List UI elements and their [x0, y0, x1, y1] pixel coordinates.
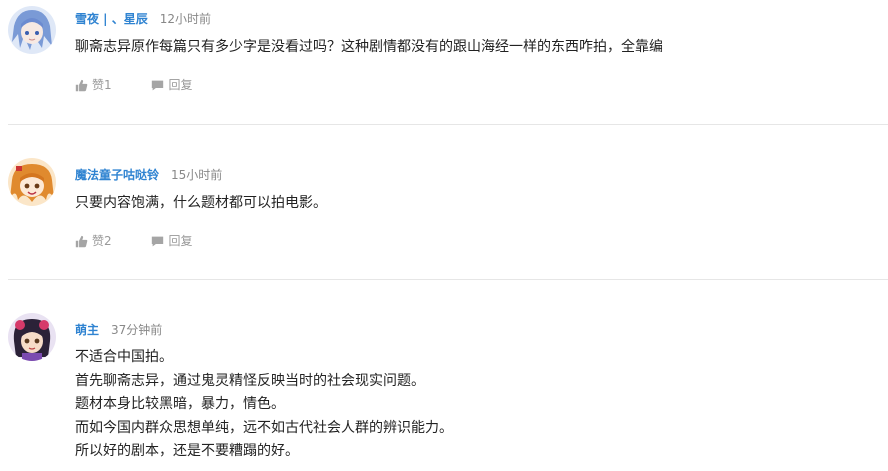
comment-item: 雪夜 | 、星辰 12小时前 聊斋志异原作每篇只有多少字是没看过吗？这种剧情都没有…: [0, 6, 888, 116]
reply-label: 回复: [168, 78, 193, 92]
like-count: 赞1: [92, 78, 112, 92]
like-count: 赞2: [92, 234, 112, 248]
comment-line: 聊斋志异原作每篇只有多少字是没看过吗？这种剧情都没有的跟山海经一样的东西咋拍，全…: [75, 39, 663, 55]
reply-button[interactable]: 回复: [151, 232, 192, 250]
avatar[interactable]: [8, 158, 56, 206]
avatar-image: [8, 158, 56, 206]
divider: [8, 124, 888, 125]
comment-actions: 赞2 回复: [75, 232, 192, 250]
comment-line: 首先聊斋志异，通过鬼灵精怪反映当时的社会现实问题。: [75, 372, 425, 389]
reply-label: 回复: [168, 234, 193, 248]
comment-line: 题材本身比较黑暗，暴力，情色。: [75, 396, 285, 412]
comment-list: 雪夜 | 、星辰 12小时前 聊斋志异原作每篇只有多少字是没看过吗？这种剧情都没有…: [0, 0, 888, 471]
comment-line: 而如今国内群众思想单纯，远不如古代社会人群的辨识能力。: [75, 419, 453, 436]
comment-text: 只要内容饱满，什么题材都可以拍电影。: [75, 192, 327, 216]
timestamp: 12小时前: [159, 12, 212, 26]
reply-button[interactable]: 回复: [151, 76, 192, 94]
divider: [8, 279, 888, 280]
username-link[interactable]: 萌主: [75, 323, 99, 337]
thumbs-up-icon: [75, 235, 88, 247]
comment-line: 所以好的剧本，还是不要糟蹋的好。: [75, 443, 299, 459]
avatar[interactable]: [8, 6, 56, 54]
timestamp: 15小时前: [171, 168, 223, 182]
like-button[interactable]: 赞2: [75, 232, 112, 250]
comment-text: 不适合中国拍。 首先聊斋志异，通过鬼灵精怪反映当时的社会现实问题。 题材本身比较…: [75, 346, 453, 464]
username-link[interactable]: 雪夜 | 、星辰: [75, 12, 148, 26]
comment-meta: 魔法童子咕哒铃 15小时前: [75, 164, 222, 184]
speech-bubble-icon: [152, 236, 164, 246]
comment-line: 只要内容饱满，什么题材都可以拍电影。: [75, 195, 327, 211]
avatar-image: [8, 313, 56, 361]
speech-bubble-icon: [152, 80, 164, 90]
comment-item: 魔法童子咕哒铃 15小时前 只要内容饱满，什么题材都可以拍电影。 赞2 回复: [0, 158, 888, 268]
avatar[interactable]: [8, 313, 56, 361]
thumbs-up-icon: [75, 79, 88, 91]
comment-item: 萌主 37分钟前 不适合中国拍。 首先聊斋志异，通过鬼灵精怪反映当时的社会现实问题…: [0, 313, 888, 471]
avatar-image: [8, 6, 56, 54]
comment-line: 不适合中国拍。: [75, 349, 173, 365]
timestamp: 37分钟前: [111, 323, 163, 337]
username-link[interactable]: 魔法童子咕哒铃: [75, 168, 159, 182]
like-button[interactable]: 赞1: [75, 76, 112, 94]
comment-actions: 赞1 回复: [75, 76, 192, 94]
comment-meta: 萌主 37分钟前: [75, 319, 162, 339]
comment-text: 聊斋志异原作每篇只有多少字是没看过吗？这种剧情都没有的跟山海经一样的东西咋拍，全…: [75, 36, 663, 60]
comment-meta: 雪夜 | 、星辰 12小时前: [75, 8, 211, 28]
